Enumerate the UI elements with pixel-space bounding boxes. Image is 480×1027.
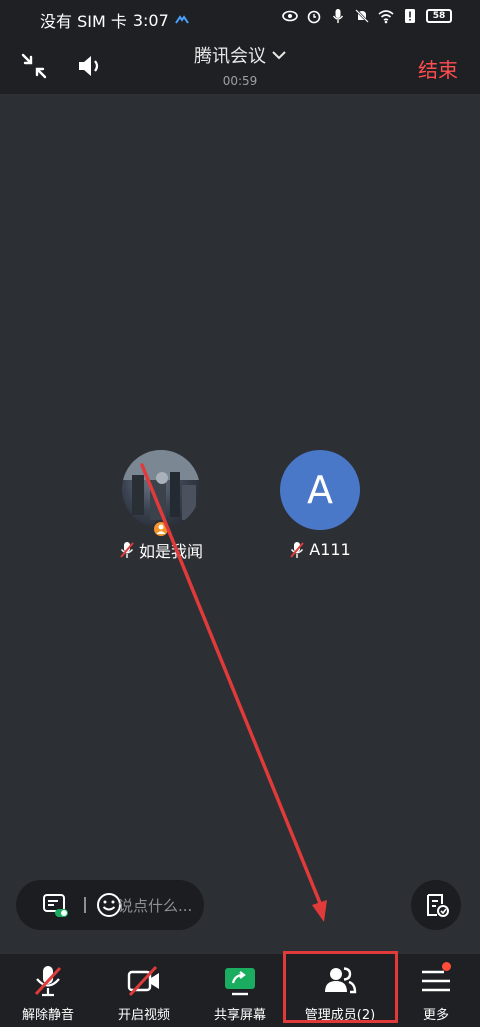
mute-bell-icon	[355, 9, 369, 23]
meeting-title-area[interactable]: 腾讯会议 00:59	[0, 42, 480, 88]
unmute-button[interactable]: 解除静音	[0, 954, 96, 1027]
mic-muted-icon	[120, 542, 134, 558]
mic-muted-icon	[290, 541, 305, 558]
wifi-icon	[378, 10, 394, 24]
chat-input[interactable]: 说点什么...	[118, 895, 192, 916]
annotation-arrow	[140, 463, 327, 922]
participant-name-row: 如是我闻	[111, 538, 211, 562]
battery-indicator: 58	[426, 9, 452, 23]
notes-icon	[427, 894, 449, 917]
start-video-label: 开启视频	[117, 1008, 170, 1023]
mic-muted-icon	[34, 966, 62, 997]
meeting-title[interactable]: 腾讯会议	[194, 42, 286, 68]
status-bar: 没有 SIM 卡 3:07 58	[0, 0, 480, 36]
more-label: 更多	[422, 1008, 449, 1023]
alarm-icon	[307, 10, 321, 24]
clock-text: 3:07	[132, 10, 169, 30]
participant-name: 如是我闻	[138, 542, 203, 561]
share-screen-button[interactable]: 共享屏幕	[192, 954, 288, 1027]
video-off-icon	[127, 965, 159, 997]
captions-toggle-icon[interactable]	[42, 893, 70, 919]
annotation-highlight-box	[283, 951, 398, 1023]
share-screen-label: 共享屏幕	[213, 1008, 266, 1023]
chevron-down-icon	[272, 51, 286, 60]
avatar-photo-image	[122, 450, 200, 520]
eye-icon	[282, 10, 298, 22]
host-badge	[152, 520, 170, 538]
participant-tile[interactable]: 如是我闻	[111, 450, 211, 562]
bottom-toolbar: 解除静音 开启视频 共享屏幕 管理成员(2) 更多	[0, 954, 480, 1027]
status-right: 58	[282, 8, 452, 24]
status-left: 没有 SIM 卡 3:07	[40, 8, 189, 32]
notification-dot	[442, 962, 451, 971]
avatar	[122, 450, 200, 528]
chat-input-bar[interactable]: 说点什么...	[16, 880, 204, 930]
meeting-title-text: 腾讯会议	[194, 46, 266, 67]
participant-name: A111	[309, 540, 351, 559]
carrier-text: 没有 SIM 卡	[40, 12, 127, 31]
share-screen-icon	[225, 968, 255, 996]
alert-icon	[405, 9, 415, 23]
end-meeting-button[interactable]: 结束	[418, 54, 458, 83]
start-video-button[interactable]: 开启视频	[96, 954, 192, 1027]
mic-status-icon	[332, 9, 344, 23]
chat-divider	[84, 897, 86, 913]
tencent-meeting-small-icon	[174, 15, 189, 24]
participant-name-row: A111	[270, 540, 370, 559]
host-user-icon	[156, 524, 166, 534]
meeting-duration: 00:59	[222, 74, 258, 88]
participant-tile[interactable]: A A111	[270, 450, 370, 559]
unmute-label: 解除静音	[21, 1008, 74, 1023]
meeting-header: 腾讯会议 00:59 结束	[0, 36, 480, 94]
more-button[interactable]: 更多	[392, 954, 480, 1027]
notes-button[interactable]	[411, 880, 461, 930]
avatar: A	[280, 450, 360, 530]
